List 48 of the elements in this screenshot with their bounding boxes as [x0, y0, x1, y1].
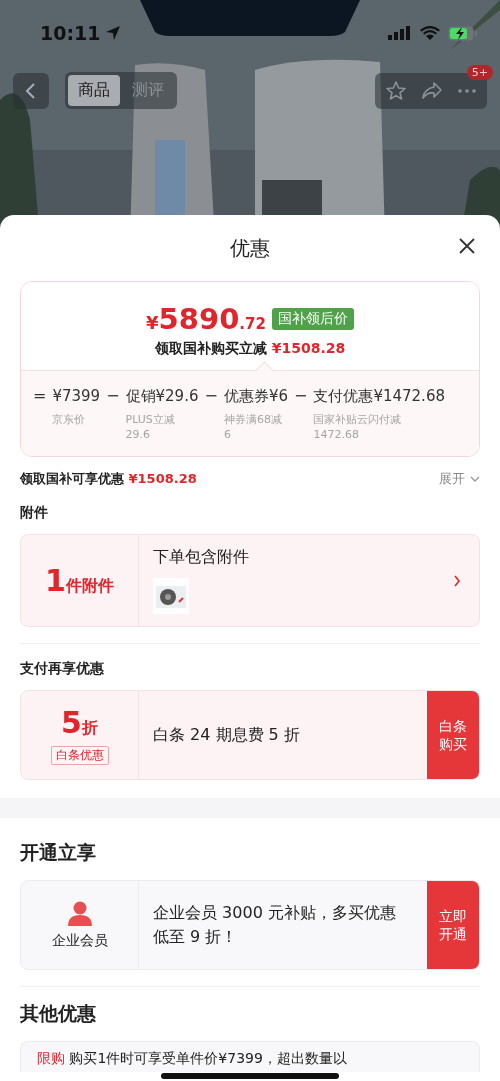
person-icon — [66, 900, 93, 926]
offer-text: 企业会员 3000 元补贴，多买优惠低至 9 折！ — [153, 902, 397, 948]
operator: − — [204, 385, 218, 407]
breakdown-amount: 支付优惠¥1472.68 — [313, 386, 445, 407]
breakdown-note: 神券满68减 6 — [223, 412, 283, 442]
location-arrow-icon — [105, 25, 122, 41]
accessory-card[interactable]: 1件附件 下单包含附件 — [20, 534, 480, 627]
tab[interactable]: 商品 — [68, 75, 120, 106]
discount-value: 5折 — [61, 705, 98, 740]
expand-toggle[interactable]: 展开 — [439, 470, 480, 488]
price-tag: 国补领后价 — [271, 308, 354, 330]
saving-text: 领取国补购买立减 ¥1508.28 — [154, 340, 346, 358]
breakdown-note: 国家补贴云闪付减 1472.68 — [313, 412, 403, 442]
accessory-heading: 下单包含附件 — [153, 547, 250, 568]
section-title: 其他优惠 — [20, 1001, 97, 1026]
offer-text: 白条 24 期息费 5 折 — [153, 724, 301, 746]
share-icon[interactable] — [421, 80, 443, 101]
star-icon[interactable] — [385, 79, 407, 102]
tab[interactable]: 测评 — [122, 75, 174, 106]
accessory-count: 1件附件 — [45, 563, 114, 598]
breakdown-amount: ¥7399 — [52, 386, 101, 407]
sheet-title: 优惠 — [230, 234, 270, 262]
clock: 10:11 — [40, 22, 101, 44]
breakdown-amount: 优惠券¥6 — [223, 386, 288, 407]
purchase-limit-text: 限购 购买1件时可享受单件价¥7399，超出数量以 — [37, 1050, 347, 1068]
chevron-right-icon — [453, 574, 461, 587]
final-price: ¥5890.72 — [146, 302, 266, 336]
baitiao-buy-button[interactable]: 白条购买 — [427, 691, 479, 779]
breakdown-note: PLUS立减 29.6 — [125, 412, 176, 442]
section-title: 附件 — [20, 504, 49, 522]
section-title: 支付再享优惠 — [20, 660, 105, 678]
operator: = — [33, 385, 47, 407]
back-button[interactable] — [13, 72, 49, 109]
subsidy-summary: 领取国补可享优惠 ¥1508.28 — [20, 470, 197, 488]
signal-icon — [388, 26, 412, 40]
activate-button[interactable]: 立即开通 — [427, 881, 479, 969]
chevron-down-icon — [470, 476, 480, 482]
more-icon[interactable] — [457, 87, 477, 94]
breakdown-amount: 促销¥29.6 — [125, 386, 199, 407]
operator: − — [294, 385, 308, 407]
operator: − — [106, 385, 120, 407]
section-title: 开通立享 — [20, 840, 97, 865]
close-icon[interactable] — [458, 237, 476, 255]
chevron-left-icon — [24, 81, 38, 100]
membership-label: 企业会员 — [51, 932, 108, 950]
wifi-icon — [420, 26, 440, 40]
breakdown-note: 京东价 — [52, 412, 87, 427]
discount-tag: 白条优惠 — [50, 746, 109, 765]
